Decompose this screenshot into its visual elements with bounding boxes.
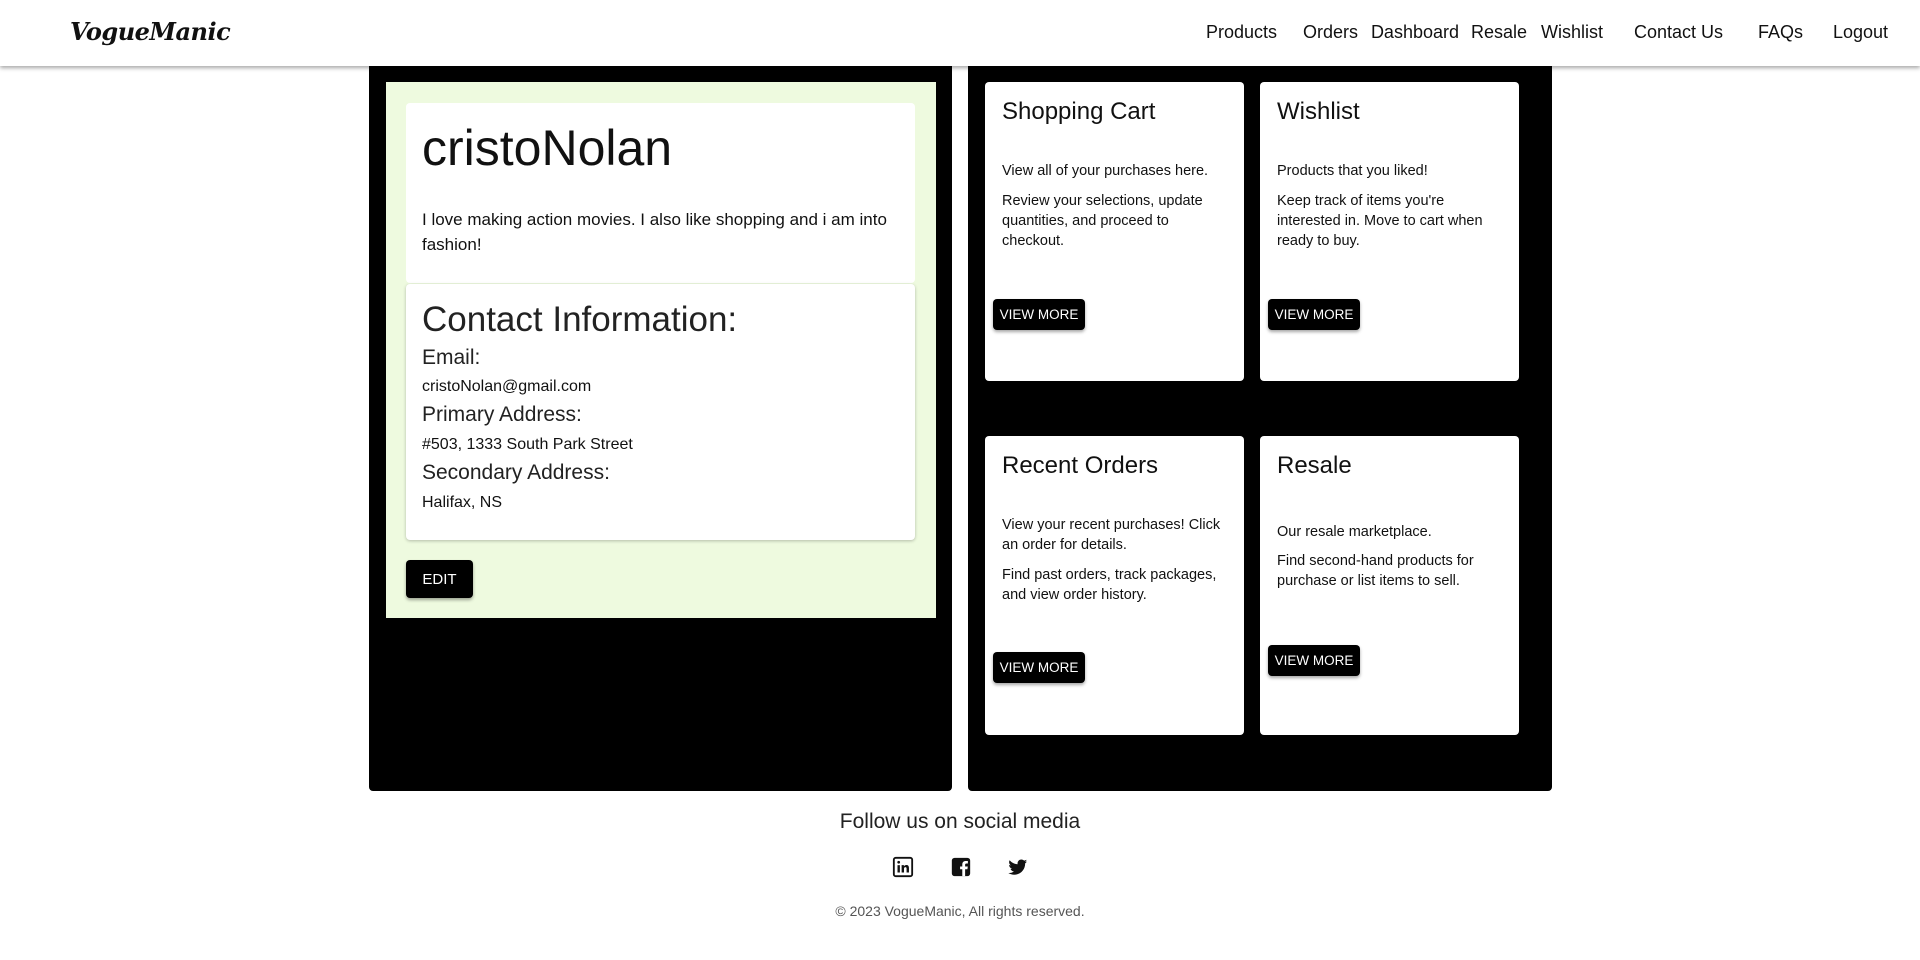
recent-orders-title: Recent Orders: [1002, 452, 1159, 479]
nav-faqs[interactable]: FAQs: [1758, 22, 1803, 43]
contact-title: Contact Information:: [422, 300, 738, 339]
top-navbar: VogueManic Products Orders Dashboard Res…: [0, 0, 1920, 66]
shopping-cart-line1: View all of your purchases here.: [1002, 163, 1209, 179]
shopping-cart-card: Shopping Cart View all of your purchases…: [985, 82, 1244, 381]
profile-bio: I love making action movies. I also like…: [422, 210, 887, 254]
nav-resale[interactable]: Resale: [1471, 22, 1527, 43]
email-value: cristoNolan@gmail.com: [422, 378, 592, 395]
resale-line1: Our resale marketplace.: [1277, 524, 1432, 540]
facebook-icon[interactable]: [950, 856, 972, 878]
profile-area: cristoNolan I love making action movies.…: [386, 82, 936, 618]
wishlist-line1: Products that you liked!: [1277, 163, 1428, 179]
nav-logout[interactable]: Logout: [1833, 22, 1888, 43]
profile-panel: cristoNolan I love making action movies.…: [369, 66, 952, 791]
contact-card: Contact Information: Email: cristoNolan@…: [406, 284, 915, 540]
twitter-icon[interactable]: [1007, 856, 1029, 878]
follow-us-heading: Follow us on social media: [839, 810, 1081, 833]
edit-button[interactable]: EDIT: [406, 560, 473, 598]
resale-card: Resale Our resale marketplace. Find seco…: [1260, 436, 1519, 735]
nav-contact-us[interactable]: Contact Us: [1634, 22, 1723, 43]
wishlist-card: Wishlist Products that you liked! Keep t…: [1260, 82, 1519, 381]
shopping-cart-view-more-button[interactable]: VIEW MORE: [993, 299, 1085, 330]
nav-wishlist[interactable]: Wishlist: [1541, 22, 1603, 43]
profile-card: cristoNolan I love making action movies.…: [406, 103, 915, 283]
nav-orders[interactable]: Orders: [1303, 22, 1358, 43]
linkedin-icon[interactable]: [892, 856, 914, 878]
recent-orders-view-more-button[interactable]: VIEW MORE: [993, 652, 1085, 683]
brand-logo[interactable]: VogueManic: [70, 17, 231, 46]
recent-orders-line1: View your recent purchases! Click an ord…: [1002, 517, 1221, 553]
profile-username: cristoNolan: [422, 120, 673, 176]
nav-products[interactable]: Products: [1206, 22, 1277, 43]
secondary-address-label: Secondary Address:: [422, 461, 610, 484]
primary-address-value: #503, 1333 South Park Street: [422, 436, 633, 453]
email-label: Email:: [422, 346, 481, 369]
shopping-cart-title: Shopping Cart: [1002, 98, 1156, 125]
nav-dashboard[interactable]: Dashboard: [1371, 22, 1459, 43]
shopping-cart-line2: Review your selections, update quantitie…: [1002, 193, 1203, 249]
wishlist-view-more-button[interactable]: VIEW MORE: [1268, 299, 1360, 330]
wishlist-title: Wishlist: [1277, 98, 1360, 125]
secondary-address-value: Halifax, NS: [422, 494, 503, 511]
recent-orders-line2: Find past orders, track packages, and vi…: [1002, 567, 1217, 603]
resale-title: Resale: [1277, 452, 1352, 479]
resale-line2: Find second-hand products for purchase o…: [1277, 553, 1474, 589]
dashboard-panel: Shopping Cart View all of your purchases…: [968, 66, 1552, 791]
copyright-text: © 2023 VogueManic, All rights reserved.: [835, 903, 1085, 919]
primary-address-label: Primary Address:: [422, 403, 582, 426]
recent-orders-card: Recent Orders View your recent purchases…: [985, 436, 1244, 735]
wishlist-line2: Keep track of items you're interested in…: [1277, 193, 1483, 249]
resale-view-more-button[interactable]: VIEW MORE: [1268, 645, 1360, 676]
